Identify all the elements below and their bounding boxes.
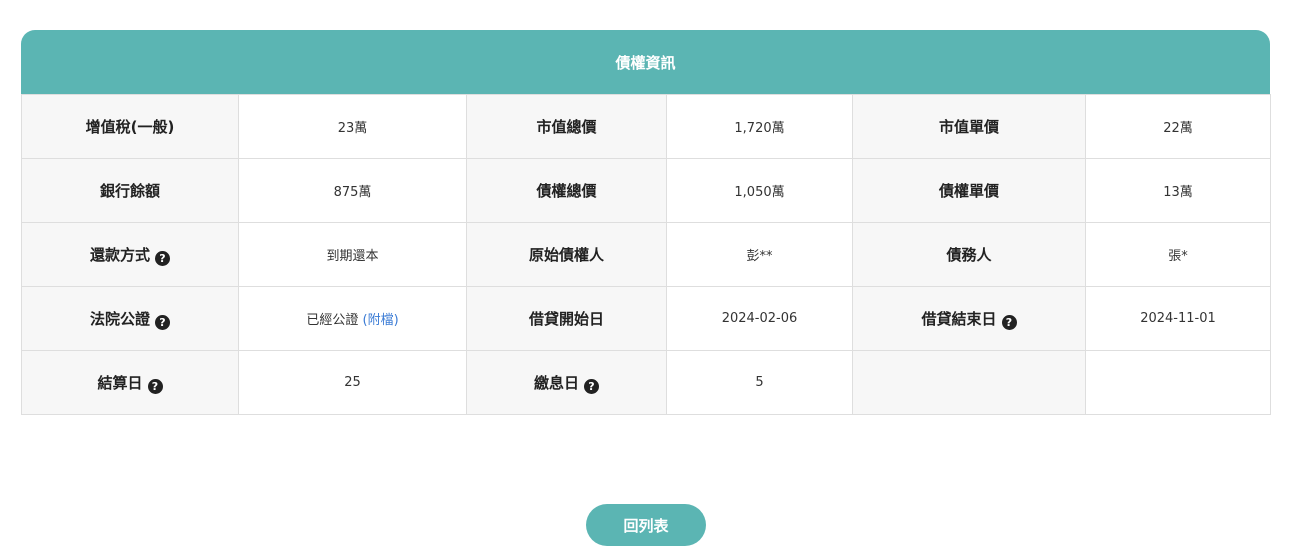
value-market-unit-price: 22萬 bbox=[1085, 94, 1271, 159]
value-debtor: 張* bbox=[1085, 222, 1271, 287]
label-loan-end-date: 借貸結束日? bbox=[852, 286, 1086, 351]
table-row: 法院公證? 已經公證 (附檔) 借貸開始日 2024-02-06 借貸結束日? … bbox=[21, 286, 1271, 351]
panel-title: 債權資訊 bbox=[21, 30, 1270, 94]
question-circle-icon[interactable]: ? bbox=[155, 314, 170, 330]
value-bank-balance: 875萬 bbox=[238, 158, 467, 223]
value-debt-unit-price: 13萬 bbox=[1085, 158, 1271, 223]
back-to-list-button[interactable]: 回列表 bbox=[586, 504, 706, 546]
question-circle-icon[interactable]: ? bbox=[155, 250, 170, 266]
label-debtor: 債務人 bbox=[852, 222, 1086, 287]
label-debt-unit-price: 債權單價 bbox=[852, 158, 1086, 223]
value-repayment-method: 到期還本 bbox=[238, 222, 467, 287]
label-original-creditor: 原始債權人 bbox=[466, 222, 667, 287]
value-loan-start-date: 2024-02-06 bbox=[666, 286, 853, 351]
empty-label-cell bbox=[852, 350, 1086, 415]
value-debt-total-price: 1,050萬 bbox=[666, 158, 853, 223]
value-market-total-price: 1,720萬 bbox=[666, 94, 853, 159]
label-debt-total-price: 債權總價 bbox=[466, 158, 667, 223]
label-settlement-day: 結算日? bbox=[21, 350, 239, 415]
table-row: 結算日? 25 繳息日? 5 bbox=[21, 350, 1271, 415]
value-loan-end-date: 2024-11-01 bbox=[1085, 286, 1271, 351]
value-original-creditor: 彭** bbox=[666, 222, 853, 287]
label-loan-start-date: 借貸開始日 bbox=[466, 286, 667, 351]
label-repayment-method: 還款方式? bbox=[21, 222, 239, 287]
label-value-added-tax: 增值稅(一般) bbox=[21, 94, 239, 159]
label-bank-balance: 銀行餘額 bbox=[21, 158, 239, 223]
table-row: 銀行餘額 875萬 債權總價 1,050萬 債權單價 13萬 bbox=[21, 158, 1271, 223]
table-row: 還款方式? 到期還本 原始債權人 彭** 債務人 張* bbox=[21, 222, 1271, 287]
empty-value-cell bbox=[1085, 350, 1271, 415]
question-circle-icon[interactable]: ? bbox=[584, 378, 599, 394]
debt-info-panel: 債權資訊 增值稅(一般) 23萬 市值總價 1,720萬 市值單價 22萬 銀行… bbox=[21, 30, 1271, 415]
question-circle-icon[interactable]: ? bbox=[147, 378, 163, 394]
value-court-notarization: 已經公證 (附檔) bbox=[238, 286, 467, 351]
label-interest-payment-day: 繳息日? bbox=[466, 350, 667, 415]
table-row: 增值稅(一般) 23萬 市值總價 1,720萬 市值單價 22萬 bbox=[21, 94, 1271, 159]
label-court-notarization: 法院公證? bbox=[21, 286, 239, 351]
value-settlement-day: 25 bbox=[238, 350, 467, 415]
question-circle-icon[interactable]: ? bbox=[1001, 314, 1017, 330]
label-market-unit-price: 市值單價 bbox=[852, 94, 1086, 159]
label-market-total-price: 市值總價 bbox=[466, 94, 667, 159]
value-value-added-tax: 23萬 bbox=[238, 94, 467, 159]
attachment-link[interactable]: (附檔) bbox=[363, 313, 399, 328]
value-interest-payment-day: 5 bbox=[666, 350, 853, 415]
debt-info-table: 增值稅(一般) 23萬 市值總價 1,720萬 市值單價 22萬 銀行餘額 87… bbox=[21, 94, 1271, 415]
